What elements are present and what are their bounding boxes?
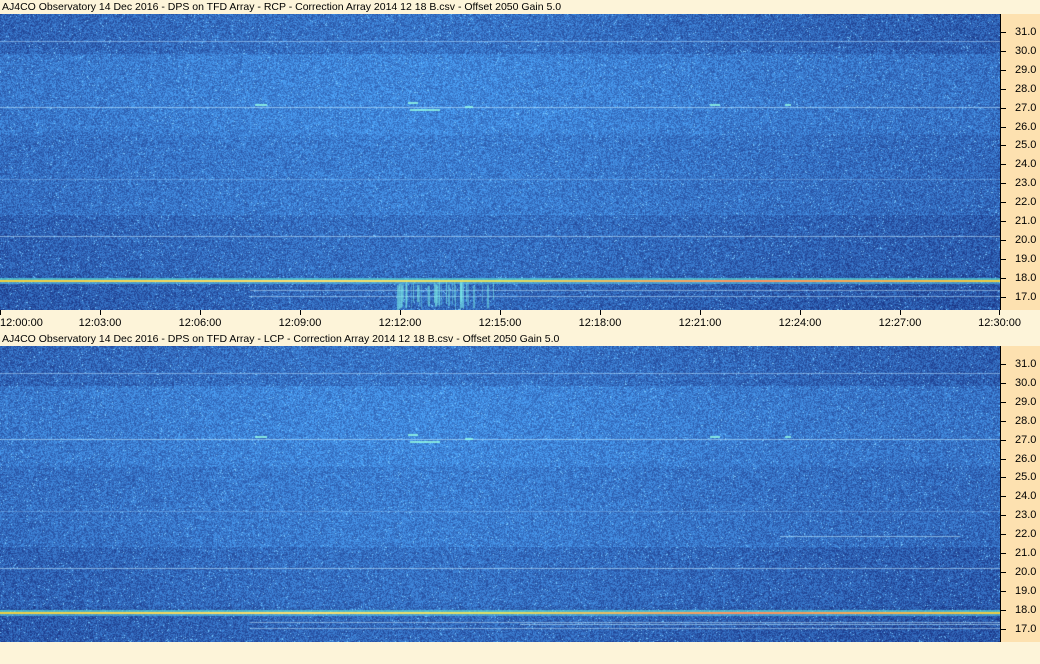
freq-tick xyxy=(1001,296,1006,298)
freq-label: 24.0 xyxy=(1015,158,1037,171)
freq-tick xyxy=(1001,382,1006,384)
freq-tick xyxy=(1001,534,1006,536)
time-tick xyxy=(900,310,901,315)
time-tick xyxy=(800,310,801,315)
freq-label: 23.0 xyxy=(1015,177,1037,190)
freq-tick xyxy=(1001,69,1006,71)
freq-tick xyxy=(1001,183,1006,185)
freq-label: 30.0 xyxy=(1015,44,1037,57)
freq-label: 27.0 xyxy=(1015,101,1037,114)
time-tick xyxy=(300,310,301,315)
time-label: 12:27:00 xyxy=(878,317,922,329)
freq-label: 17.0 xyxy=(1015,290,1037,303)
time-label: 12:15:00 xyxy=(478,317,522,329)
freq-tick xyxy=(1001,239,1006,241)
spectrogram-rcp[interactable] xyxy=(0,14,1000,310)
freq-label: 19.0 xyxy=(1015,584,1037,597)
time-label: 12:03:00 xyxy=(78,317,122,329)
freq-label: 23.0 xyxy=(1015,509,1037,522)
freq-label: 19.0 xyxy=(1015,252,1037,265)
freq-tick xyxy=(1001,628,1006,630)
time-label: 12:24:00 xyxy=(778,317,822,329)
time-tick xyxy=(0,310,1,315)
freq-label: 29.0 xyxy=(1015,63,1037,76)
time-tick xyxy=(700,310,701,315)
time-label: 12:06:00 xyxy=(178,317,222,329)
freq-label: 29.0 xyxy=(1015,395,1037,408)
freq-tick xyxy=(1001,420,1006,422)
time-tick xyxy=(100,310,101,315)
freq-tick xyxy=(1001,50,1006,52)
freq-label: 28.0 xyxy=(1015,414,1037,427)
freq-tick xyxy=(1001,258,1006,260)
spectrogram-lcp[interactable] xyxy=(0,346,1000,642)
freq-tick xyxy=(1001,590,1006,592)
time-label: 12:18:00 xyxy=(578,317,622,329)
freq-tick xyxy=(1001,458,1006,460)
spectrogram-lcp-canvas xyxy=(0,346,1000,642)
freq-tick xyxy=(1001,496,1006,498)
time-tick xyxy=(500,310,501,315)
time-label: 12:00:00 xyxy=(0,317,43,329)
freq-label: 18.0 xyxy=(1015,271,1037,284)
freq-tick xyxy=(1001,477,1006,479)
freq-label: 20.0 xyxy=(1015,565,1037,578)
freq-tick xyxy=(1001,553,1006,554)
time-tick xyxy=(999,310,1000,315)
freq-tick xyxy=(1001,107,1006,109)
freq-label: 22.0 xyxy=(1015,196,1037,209)
time-label: 12:12:00 xyxy=(378,317,422,329)
time-axis: 12:00:00 12:03:00 12:06:00 12:09:00 12:12:00… xyxy=(0,310,1040,332)
time-tick xyxy=(600,310,601,315)
time-label: 12:30:00 xyxy=(978,317,1021,329)
freq-tick xyxy=(1001,515,1006,517)
freq-tick xyxy=(1001,439,1006,441)
freq-label: 26.0 xyxy=(1015,452,1037,465)
time-label: 12:09:00 xyxy=(278,317,322,329)
panel-1-title: AJ4CO Observatory 14 Dec 2016 - DPS on T… xyxy=(0,0,1040,14)
time-label: 12:21:00 xyxy=(678,317,722,329)
freq-tick xyxy=(1001,571,1006,573)
freq-tick xyxy=(1001,202,1006,204)
freq-label: 22.0 xyxy=(1015,528,1037,541)
freq-tick xyxy=(1001,32,1006,33)
freq-tick xyxy=(1001,609,1006,611)
time-tick xyxy=(200,310,201,315)
freq-label: 17.0 xyxy=(1015,622,1037,635)
freq-label: 26.0 xyxy=(1015,120,1037,133)
freq-tick xyxy=(1001,126,1006,128)
freq-label: 25.0 xyxy=(1015,139,1037,152)
freq-label: 20.0 xyxy=(1015,233,1037,246)
freq-label: 27.0 xyxy=(1015,433,1037,446)
freq-label: 31.0 xyxy=(1015,358,1037,370)
frequency-axis-rcp: 31.0 30.0 29.0 28.0 27.0 26.0 25.0 24.0 23.0 22.0… xyxy=(1000,14,1040,310)
time-tick xyxy=(400,310,401,315)
freq-label: 21.0 xyxy=(1015,547,1037,559)
freq-label: 18.0 xyxy=(1015,603,1037,616)
freq-label: 31.0 xyxy=(1015,26,1037,38)
freq-tick xyxy=(1001,277,1006,279)
freq-label: 21.0 xyxy=(1015,215,1037,227)
panel-2-title: AJ4CO Observatory 14 Dec 2016 - DPS on T… xyxy=(0,332,1040,346)
frequency-axis-lcp: 31.0 30.0 29.0 28.0 27.0 26.0 25.0 24.0 23.0 22.0… xyxy=(1000,346,1040,642)
freq-tick xyxy=(1001,88,1006,90)
freq-tick xyxy=(1001,145,1006,147)
spectrogram-rcp-canvas xyxy=(0,14,1000,310)
freq-label: 28.0 xyxy=(1015,82,1037,95)
freq-tick xyxy=(1001,164,1006,166)
freq-label: 30.0 xyxy=(1015,376,1037,389)
freq-tick xyxy=(1001,364,1006,365)
freq-label: 24.0 xyxy=(1015,490,1037,503)
freq-tick xyxy=(1001,221,1006,222)
freq-tick xyxy=(1001,401,1006,403)
bottom-strip xyxy=(0,642,1040,664)
freq-label: 25.0 xyxy=(1015,471,1037,484)
